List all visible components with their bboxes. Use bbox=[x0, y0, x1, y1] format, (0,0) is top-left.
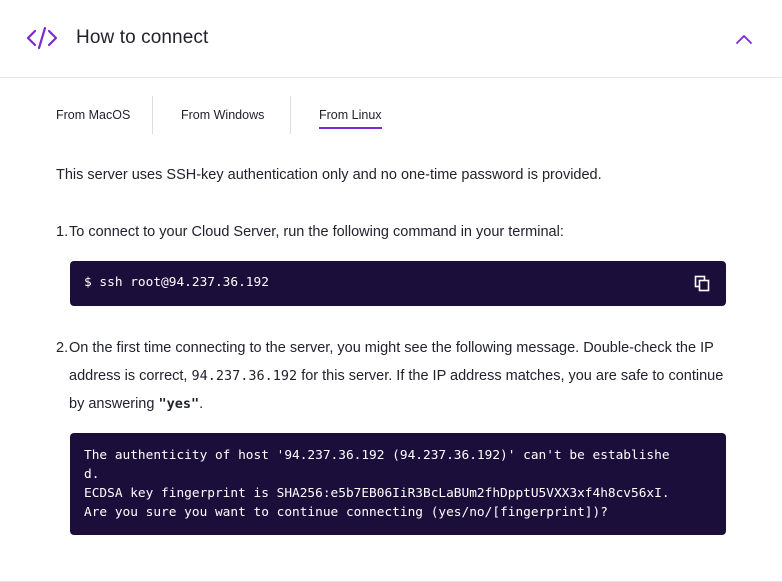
tab-linux[interactable]: From Linux bbox=[319, 108, 382, 129]
step-text: On the first time connecting to the serv… bbox=[69, 334, 729, 418]
step-text: To connect to your Cloud Server, run the… bbox=[69, 224, 564, 240]
command-box: $ ssh root@94.237.36.192 bbox=[70, 261, 726, 306]
tab-divider bbox=[152, 96, 153, 134]
copy-icon[interactable] bbox=[694, 275, 710, 292]
step-text-part: . bbox=[199, 396, 204, 412]
terminal-output-box: The authenticity of host '94.237.36.192 … bbox=[70, 433, 726, 535]
output-line: d. bbox=[84, 467, 100, 482]
panel-title: How to connect bbox=[76, 27, 209, 48]
tab-divider bbox=[290, 96, 291, 134]
connect-panel: How to connect From MacOS From Windows F… bbox=[0, 0, 782, 582]
chevron-up-icon[interactable] bbox=[732, 28, 756, 50]
output-line: The authenticity of host '94.237.36.192 … bbox=[84, 448, 670, 463]
output-line: ECDSA key fingerprint is SHA256:e5b7EB06… bbox=[84, 486, 670, 501]
tab-windows[interactable]: From Windows bbox=[181, 108, 264, 122]
ssh-command[interactable]: $ ssh root@94.237.36.192 bbox=[84, 275, 269, 290]
terminal-output: The authenticity of host '94.237.36.192 … bbox=[84, 446, 684, 522]
output-line: Are you sure you want to continue connec… bbox=[84, 505, 608, 520]
code-icon bbox=[26, 26, 58, 50]
answer-yes: "yes" bbox=[158, 396, 200, 412]
step-number: 1. bbox=[56, 224, 69, 240]
intro-text: This server uses SSH-key authentication … bbox=[56, 167, 602, 183]
panel-header[interactable]: How to connect bbox=[0, 0, 782, 78]
tab-macos[interactable]: From MacOS bbox=[56, 108, 130, 122]
ip-address: 94.237.36.192 bbox=[191, 368, 298, 384]
step-number: 2. bbox=[56, 340, 69, 356]
